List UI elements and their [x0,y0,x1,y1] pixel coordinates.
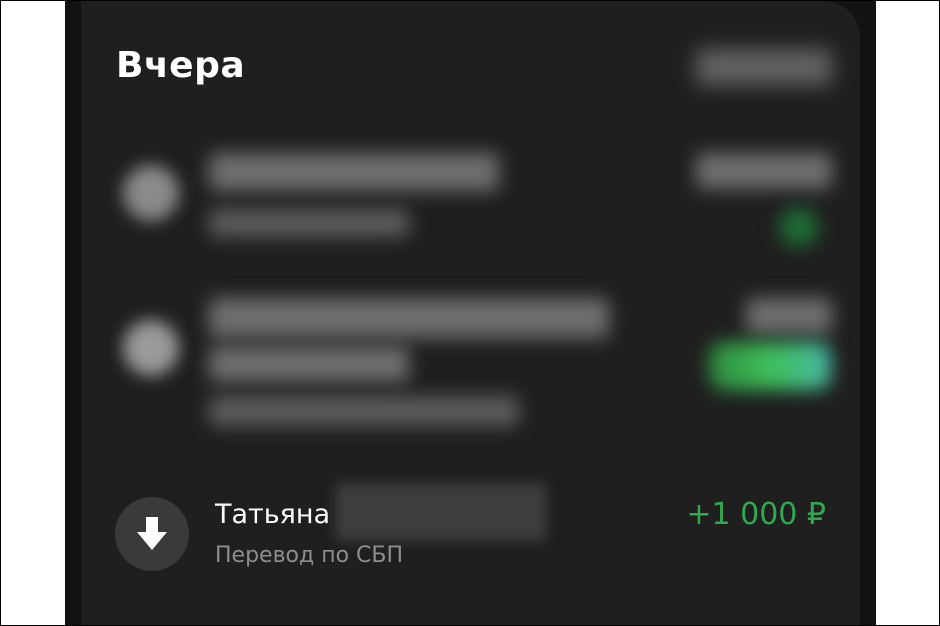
transaction-title-blurred [209,298,609,338]
screenshot-frame: Вчера Татьяна Перевод по СБП +1 000 ₽ [0,0,940,626]
transaction-subtitle: Перевод по СБП [215,543,404,568]
transaction-name-blurred [336,483,546,541]
transaction-title-blurred [209,153,499,191]
transaction-row-blurred[interactable] [81,286,860,446]
transaction-subtitle-blurred [209,209,409,237]
day-total-blurred [696,49,832,85]
transaction-amount-blurred [746,298,832,334]
transaction-name: Татьяна [215,499,331,530]
transaction-row-blurred[interactable] [81,131,860,261]
transaction-icon-blurred [123,165,179,221]
incoming-transfer-icon-circle [115,497,189,571]
transaction-row[interactable]: Татьяна Перевод по СБП +1 000 ₽ [81,483,860,581]
transaction-title-line2-blurred [209,346,409,382]
transaction-subtitle-blurred [209,396,519,426]
transaction-icon-blurred [123,320,179,376]
transaction-badge-blurred [779,207,819,247]
section-title: Вчера [116,45,246,86]
transaction-amount-blurred [696,153,832,189]
transaction-amount: +1 000 ₽ [686,497,826,532]
transactions-card: Вчера Татьяна Перевод по СБП +1 000 ₽ [81,1,860,625]
arrow-down-icon [137,517,167,550]
transaction-badge-blurred [709,342,831,390]
